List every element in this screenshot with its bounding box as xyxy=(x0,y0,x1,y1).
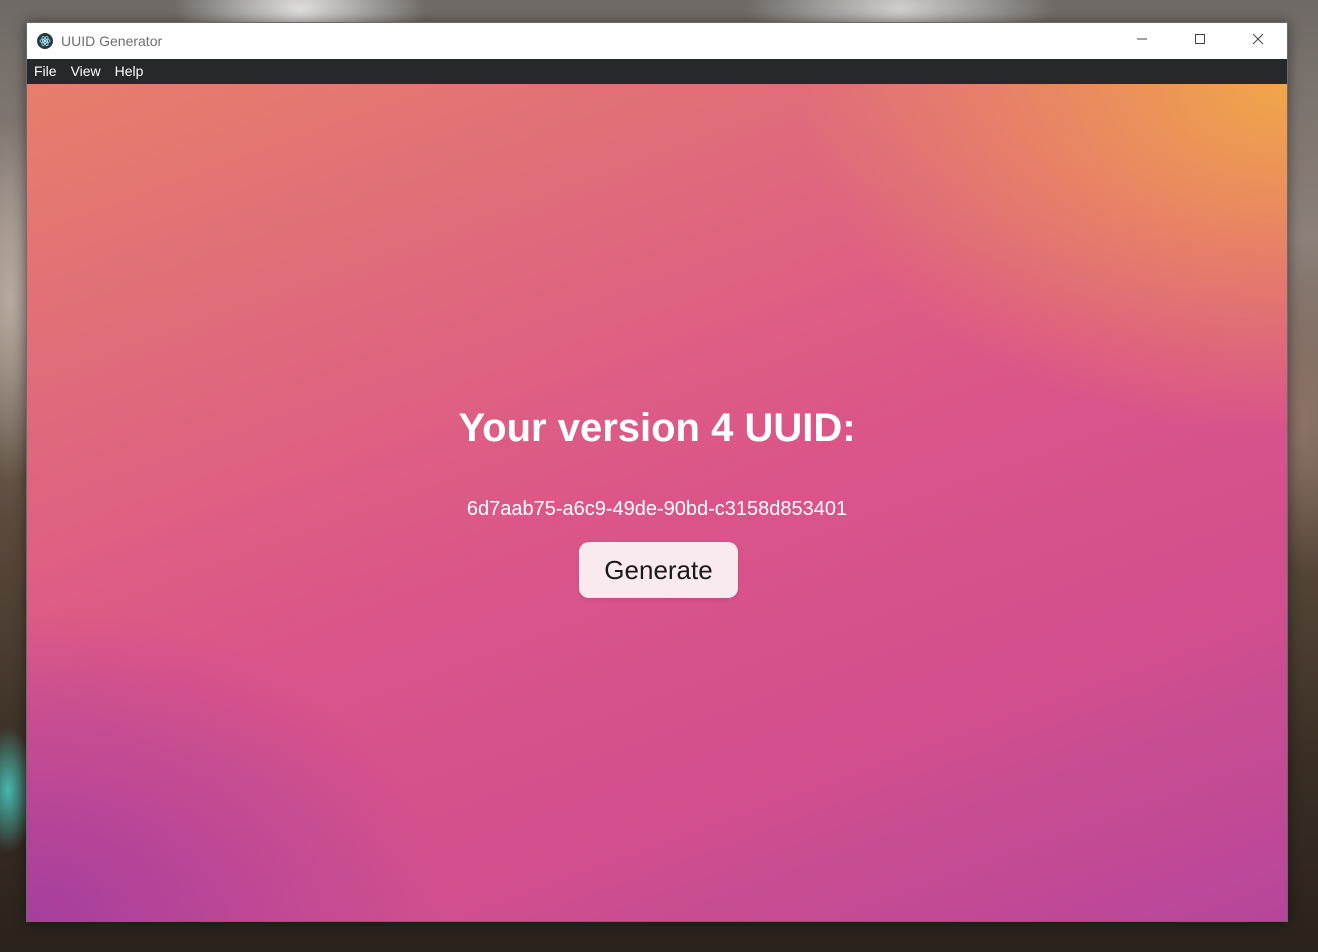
main-content: Your version 4 UUID: 6d7aab75-a6c9-49de-… xyxy=(27,84,1287,921)
uuid-value: 6d7aab75-a6c9-49de-90bd-c3158d853401 xyxy=(466,498,848,520)
uuid-panel: Your version 4 UUID: 6d7aab75-a6c9-49de-… xyxy=(27,84,1287,921)
close-icon xyxy=(1252,32,1264,50)
minimize-icon xyxy=(1136,32,1148,50)
close-button[interactable] xyxy=(1229,23,1287,59)
window-controls xyxy=(1113,23,1287,59)
title-bar[interactable]: UUID Generator xyxy=(27,23,1287,59)
minimize-button[interactable] xyxy=(1113,23,1171,59)
menu-view[interactable]: View xyxy=(64,59,108,84)
menu-file[interactable]: File xyxy=(27,59,64,84)
maximize-button[interactable] xyxy=(1171,23,1229,59)
window-title: UUID Generator xyxy=(61,33,163,49)
maximize-icon xyxy=(1194,32,1206,50)
app-window: UUID Generator File View Help Your versi… xyxy=(26,22,1288,922)
page-title: Your version 4 UUID: xyxy=(458,406,856,450)
electron-app-icon xyxy=(37,33,53,49)
generate-button[interactable]: Generate xyxy=(579,542,738,598)
menu-help[interactable]: Help xyxy=(108,59,151,84)
menu-bar: File View Help xyxy=(27,59,1287,84)
